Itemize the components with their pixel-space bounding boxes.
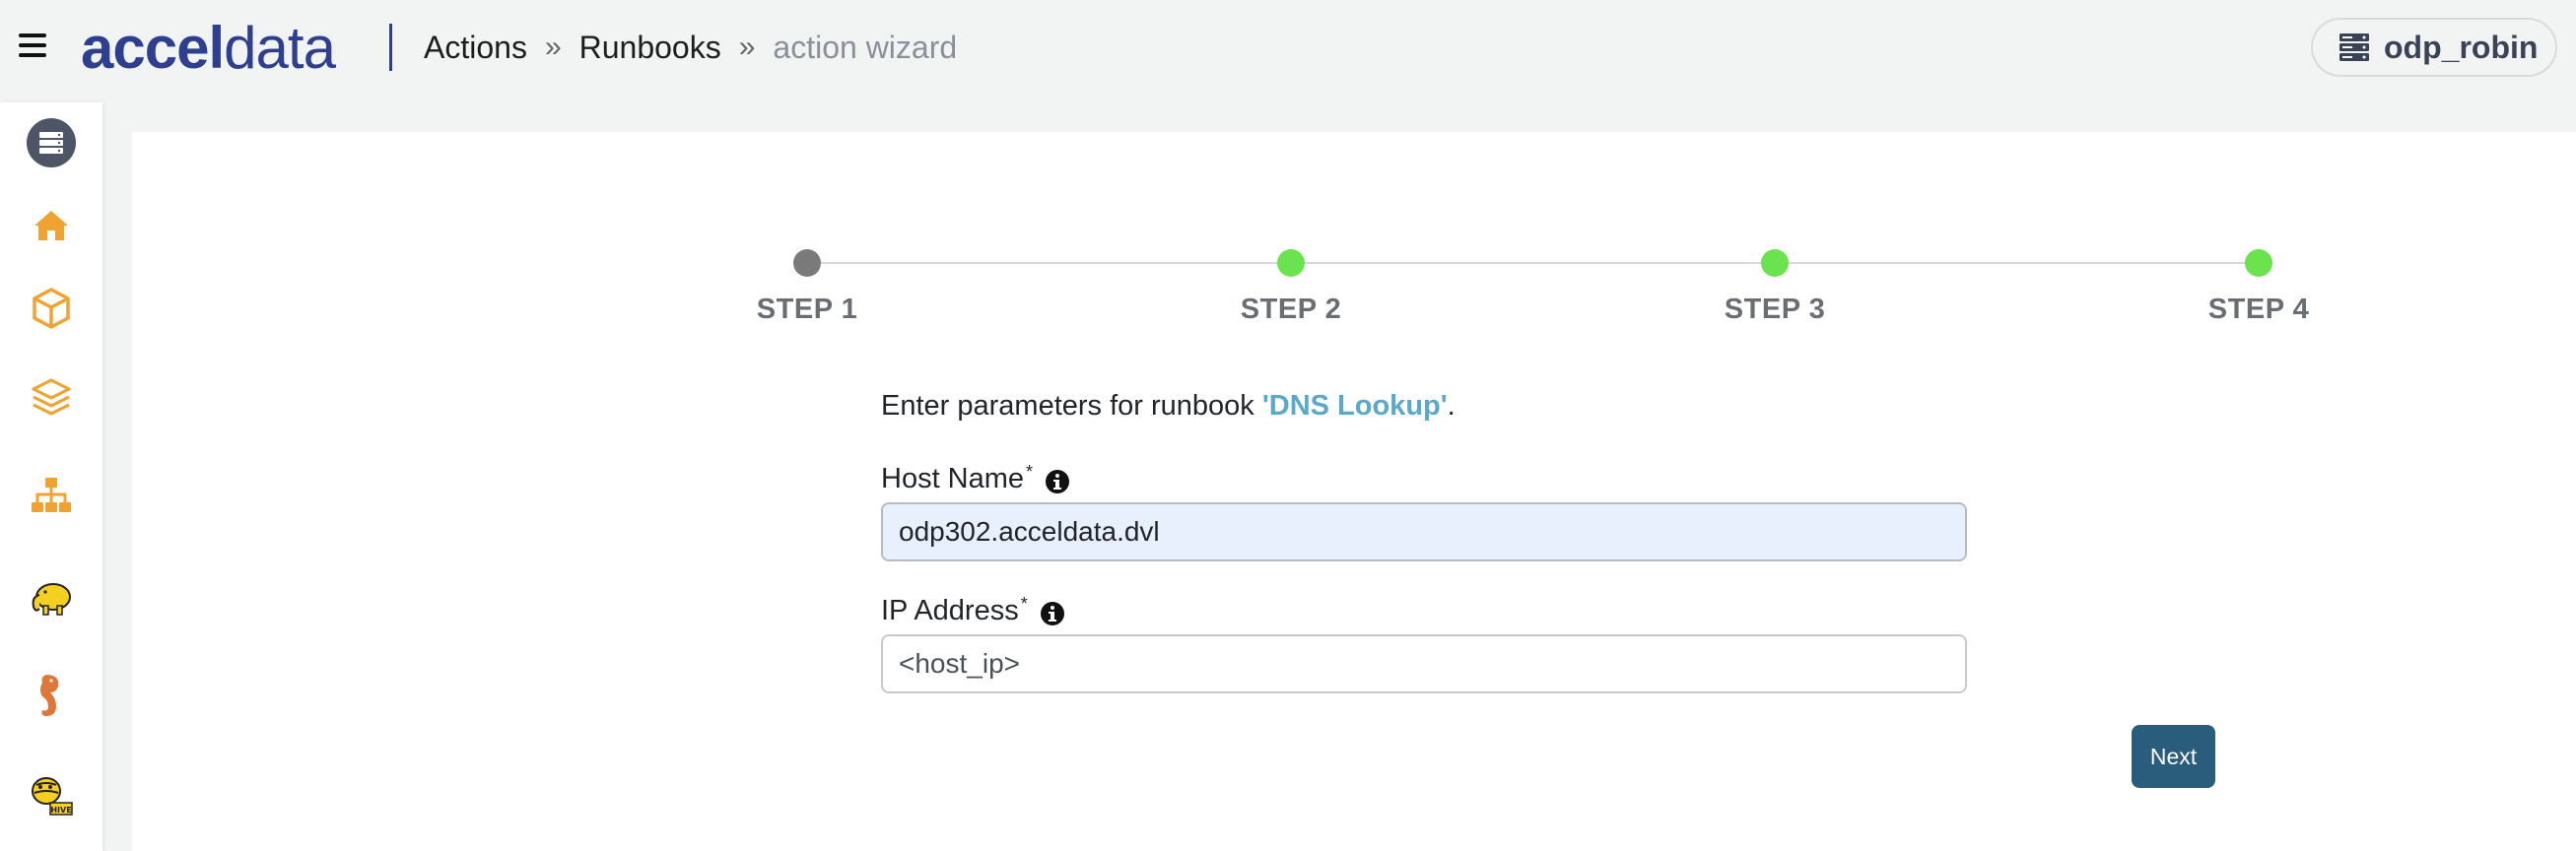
menu-icon[interactable] — [19, 33, 46, 59]
info-icon[interactable] — [1040, 601, 1065, 626]
stepper-track — [806, 262, 2259, 264]
required-mark: * — [1026, 462, 1034, 482]
breadcrumb-actions[interactable]: Actions — [424, 26, 527, 69]
required-mark: * — [1020, 594, 1028, 614]
svg-text:HIVE: HIVE — [50, 806, 71, 815]
cube-icon — [33, 288, 70, 329]
sidebar-item-home[interactable] — [0, 191, 102, 260]
logo-divider — [389, 24, 392, 71]
breadcrumb-separator: » — [544, 31, 562, 63]
step-4-label: STEP 4 — [2207, 294, 2310, 325]
host-name-label: Host Name * — [881, 463, 1070, 495]
ip-address-label: IP Address * — [881, 595, 1065, 627]
breadcrumb-separator: » — [738, 31, 756, 63]
info-icon[interactable] — [1045, 469, 1070, 494]
step-2-label: STEP 2 — [1240, 294, 1342, 325]
home-icon — [34, 211, 68, 240]
breadcrumb: Actions » Runbooks » action wizard — [424, 26, 957, 69]
wizard-intro: Enter parameters for runbook 'DNS Lookup… — [881, 390, 1456, 423]
step-4-indicator — [2245, 249, 2272, 277]
server-stack-icon — [2339, 33, 2369, 61]
hbase-seahorse-icon — [40, 675, 59, 716]
step-3-indicator — [1761, 249, 1789, 277]
sidebar-item-topology[interactable] — [0, 461, 102, 530]
host-name-input[interactable] — [881, 502, 1967, 561]
sidebar-item-services[interactable] — [0, 274, 102, 343]
breadcrumb-runbooks[interactable]: Runbooks — [579, 26, 721, 69]
runbook-name: 'DNS Lookup' — [1261, 390, 1448, 422]
breadcrumb-current: action wizard — [773, 30, 958, 65]
intro-prefix: Enter parameters for runbook — [881, 390, 1262, 422]
sidebar-item-clusters[interactable] — [0, 108, 102, 177]
sidebar-item-hbase[interactable] — [0, 661, 102, 730]
sidebar-item-hive[interactable]: HIVE — [0, 760, 102, 829]
sidebar: HIVE — [0, 102, 102, 851]
step-1-label: STEP 1 — [756, 294, 858, 325]
next-button[interactable]: Next — [2132, 725, 2215, 788]
ip-address-input[interactable] — [881, 634, 1967, 693]
sidebar-item-layers[interactable] — [0, 362, 102, 431]
cluster-selector-button[interactable]: odp_robin — [2311, 18, 2557, 77]
cluster-name: odp_robin — [2384, 29, 2539, 65]
step-2-indicator — [1277, 249, 1305, 277]
top-bar: acceldata Actions » Runbooks » action wi… — [0, 0, 2576, 98]
sitemap-icon — [32, 478, 71, 512]
intro-suffix: . — [1447, 390, 1456, 422]
hadoop-elephant-icon — [32, 583, 71, 616]
acceldata-logo[interactable]: acceldata — [81, 14, 336, 83]
layers-icon — [32, 378, 71, 416]
hive-bee-icon: HIVE — [32, 777, 73, 816]
server-stack-icon — [27, 118, 76, 167]
step-1-indicator — [793, 249, 821, 277]
sidebar-item-hadoop[interactable] — [0, 563, 102, 632]
step-3-label: STEP 3 — [1724, 294, 1826, 325]
